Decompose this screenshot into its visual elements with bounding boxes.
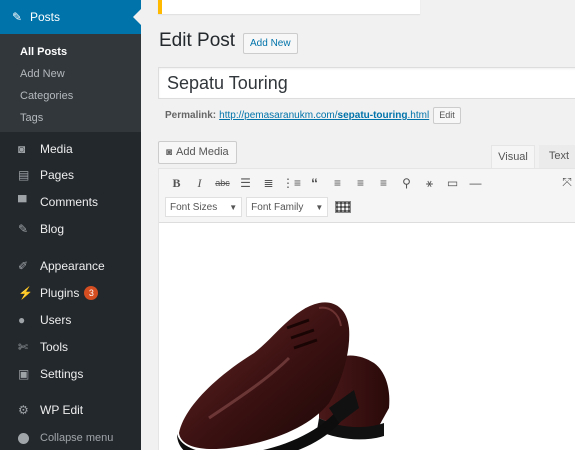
tools-icon: ✄: [18, 340, 29, 354]
sidebar-item-label: Appearance: [40, 259, 105, 273]
gear-icon: ⚙: [18, 403, 29, 417]
numbered-list-icon[interactable]: ≣: [257, 173, 280, 193]
permalink: Permalink: http://pemasaranukm.com/sepat…: [165, 107, 461, 124]
sidebar-item-comments[interactable]: ▀ Comments: [0, 189, 141, 215]
chevron-down-icon: ▼: [315, 202, 324, 212]
permalink-url[interactable]: http://pemasaranukm.com/sepatu-touring.h…: [219, 110, 429, 121]
submenu-add-new[interactable]: Add New: [0, 63, 141, 85]
font-sizes-select[interactable]: Font Sizes ▼: [165, 197, 243, 217]
sidebar-item-label: Plugins: [40, 286, 80, 300]
sidebar-item-label: Tools: [40, 340, 69, 354]
toolbar-row-2: Font Sizes ▼ Font Family ▼: [165, 196, 352, 218]
sidebar-item-tools[interactable]: ✄ Tools: [0, 334, 141, 360]
permalink-slug: sepatu-touring: [337, 110, 408, 121]
align-left-icon[interactable]: ≡: [326, 173, 349, 193]
add-media-label: Add Media: [176, 146, 229, 158]
sidebar-item-label: Posts: [30, 10, 61, 24]
tab-text[interactable]: Text: [539, 145, 575, 168]
collapse-menu-label: Collapse menu: [40, 432, 114, 444]
unlink-icon[interactable]: ⚹: [418, 173, 441, 193]
sidebar-item-settings[interactable]: ▣ Settings: [0, 361, 141, 387]
users-icon: ●: [18, 313, 26, 327]
sidebar-item-blog[interactable]: ✎ Blog: [0, 216, 141, 242]
update-count-badge: 3: [84, 286, 99, 300]
editor-toolbar: B I abc ☰ ≣ ⋮≡ “ ≡ ≡ ≡ ⚲ ⚹ ▭ — ⤧ Font Si…: [159, 169, 575, 223]
submenu-tags[interactable]: Tags: [0, 107, 141, 129]
bullet-list-icon[interactable]: ☰: [234, 173, 257, 193]
sidebar-item-media[interactable]: ◙ Media: [0, 136, 141, 162]
main-content: Edit Post Add New Sepatu Touring Permali…: [141, 0, 575, 450]
sidebar-item-label: Comments: [40, 195, 99, 209]
align-right-icon[interactable]: ≡: [372, 173, 395, 193]
sidebar-item-posts[interactable]: ✎ Posts: [0, 0, 141, 34]
collapse-icon: [18, 432, 29, 444]
sidebar-item-wp-edit[interactable]: ⚙ WP Edit: [0, 397, 141, 423]
outdent-icon[interactable]: ⋮≡: [280, 173, 303, 193]
admin-notice: [158, 0, 420, 14]
bold-icon[interactable]: B: [165, 173, 188, 193]
font-sizes-label: Font Sizes: [170, 201, 218, 213]
collapse-menu-button[interactable]: Collapse menu: [0, 425, 141, 450]
add-new-button[interactable]: Add New: [243, 33, 298, 54]
permalink-label: Permalink:: [165, 110, 217, 121]
sidebar-item-label: Settings: [40, 367, 84, 381]
media-icon: ◙: [18, 142, 26, 156]
toolbar-row-1: B I abc ☰ ≣ ⋮≡ “ ≡ ≡ ≡ ⚲ ⚹ ▭ —: [165, 172, 487, 194]
shoe-image: [177, 302, 390, 450]
sidebar-item-users[interactable]: ● Users: [0, 307, 141, 333]
pin-icon: ✎: [12, 10, 23, 24]
sidebar-item-appearance[interactable]: ✐ Appearance: [0, 253, 141, 279]
table-icon[interactable]: [335, 201, 352, 213]
comments-icon: ▀: [18, 195, 27, 209]
pin-icon: ✎: [18, 222, 29, 236]
page-title: Edit Post: [159, 30, 236, 51]
chevron-down-icon: ▼: [229, 202, 238, 212]
permalink-url-ext: .html: [407, 110, 430, 121]
sidebar-item-label: Blog: [40, 222, 65, 236]
link-icon[interactable]: ⚲: [395, 173, 418, 193]
submenu-categories[interactable]: Categories: [0, 85, 141, 107]
editor-content-area[interactable]: [159, 224, 575, 450]
sidebar-item-label: Media: [40, 142, 73, 156]
blockquote-icon[interactable]: “: [303, 173, 326, 193]
submenu-all-posts[interactable]: All Posts: [0, 41, 141, 63]
align-center-icon[interactable]: ≡: [349, 173, 372, 193]
edit-permalink-button[interactable]: Edit: [433, 107, 461, 124]
font-family-label: Font Family: [251, 201, 304, 213]
media-icon: ◙: [166, 147, 173, 158]
sidebar-item-label: Pages: [40, 168, 75, 182]
add-media-button[interactable]: ◙ Add Media: [158, 141, 237, 164]
font-family-select[interactable]: Font Family ▼: [246, 197, 329, 217]
sidebar-item-pages[interactable]: ▤ Pages: [0, 162, 141, 188]
settings-icon: ▣: [18, 367, 30, 381]
italic-icon[interactable]: I: [188, 173, 211, 193]
post-title-input[interactable]: Sepatu Touring: [158, 67, 575, 99]
fullscreen-icon[interactable]: ⤧: [557, 172, 575, 192]
post-editor: B I abc ☰ ≣ ⋮≡ “ ≡ ≡ ≡ ⚲ ⚹ ▭ — ⤧ Font Si…: [158, 168, 575, 450]
sidebar-item-plugins[interactable]: ⚡ Plugins 3: [0, 280, 141, 306]
read-more-icon[interactable]: ▭: [441, 173, 464, 193]
permalink-url-base: http://pemasaranukm.com/: [219, 110, 338, 121]
horizontal-line-icon[interactable]: —: [464, 173, 487, 193]
strikethrough-icon[interactable]: abc: [211, 173, 234, 193]
sidebar-item-label: WP Edit: [40, 403, 84, 417]
appearance-icon: ✐: [18, 259, 29, 273]
admin-sidebar: ✎ Posts All Posts Add New Categories Tag…: [0, 0, 141, 450]
pages-icon: ▤: [18, 168, 30, 182]
posts-submenu: All Posts Add New Categories Tags: [0, 34, 141, 132]
plugins-icon: ⚡: [18, 286, 33, 300]
tab-visual[interactable]: Visual: [491, 145, 535, 168]
sidebar-item-label: Users: [40, 313, 72, 327]
